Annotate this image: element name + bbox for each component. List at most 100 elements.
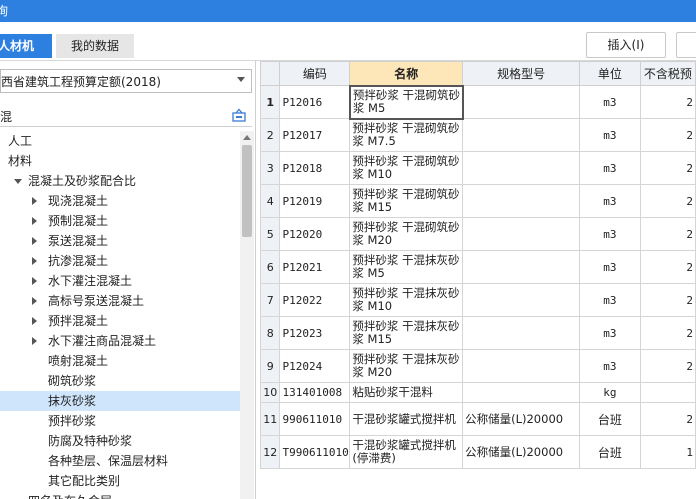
spec-cell[interactable]: [462, 151, 581, 185]
tree-item[interactable]: 防腐及特种砂浆: [0, 431, 240, 451]
price-cell[interactable]: 2: [639, 151, 696, 185]
expand-toggle-icon[interactable]: [14, 179, 22, 184]
unit-cell[interactable]: m3: [579, 217, 641, 251]
spec-cell[interactable]: 公称储量(L)20000: [462, 402, 581, 436]
spec-cell[interactable]: [462, 217, 581, 251]
code-cell[interactable]: 990611010: [279, 402, 351, 436]
price-cell[interactable]: 2: [639, 349, 696, 383]
name-cell[interactable]: 预拌砂浆 干混抹灰砂浆 M5: [349, 250, 464, 284]
table-row[interactable]: 10 131401008 粘贴砂浆干混料 kg: [260, 382, 696, 403]
code-cell[interactable]: P12016: [279, 85, 351, 119]
name-cell[interactable]: 粘贴砂浆干混料: [349, 382, 464, 403]
tree-item[interactable]: 抹灰砂浆: [0, 391, 240, 411]
tree-item[interactable]: 各种垫层、保温层材料: [0, 451, 240, 471]
row-index-cell[interactable]: 3: [260, 151, 281, 185]
col-header-index[interactable]: [260, 61, 281, 86]
col-header-unit[interactable]: 单位: [579, 61, 641, 86]
price-cell[interactable]: 2: [639, 402, 696, 436]
unit-cell[interactable]: m3: [579, 85, 641, 119]
unit-cell[interactable]: 台班: [579, 435, 641, 469]
row-index-cell[interactable]: 9: [260, 349, 281, 383]
row-index-cell[interactable]: 4: [260, 184, 281, 218]
code-cell[interactable]: P12020: [279, 217, 351, 251]
code-cell[interactable]: P12024: [279, 349, 351, 383]
chevron-down-icon[interactable]: [237, 77, 245, 82]
name-cell[interactable]: 预拌砂浆 干混砌筑砂浆 M15: [349, 184, 464, 218]
unit-cell[interactable]: m3: [579, 184, 641, 218]
name-cell[interactable]: 预拌砂浆 干混砌筑砂浆 M10: [349, 151, 464, 185]
spec-cell[interactable]: [462, 349, 581, 383]
price-cell[interactable]: 2: [639, 217, 696, 251]
table-row[interactable]: 4 P12019 预拌砂浆 干混砌筑砂浆 M15 m3 2: [260, 184, 696, 218]
table-row[interactable]: 1 P12016 预拌砂浆 干混砌筑砂浆 M5 m3 2: [260, 84, 696, 120]
tree-item[interactable]: 预拌混凝土: [0, 311, 240, 331]
spec-cell[interactable]: [462, 316, 581, 350]
table-row[interactable]: 6 P12021 预拌砂浆 干混抹灰砂浆 M5 m3 2: [260, 250, 696, 284]
tree-item[interactable]: 高标号泵送混凝土: [0, 291, 240, 311]
spec-cell[interactable]: [462, 283, 581, 317]
code-cell[interactable]: 131401008: [279, 382, 351, 403]
price-cell[interactable]: 2: [639, 85, 696, 119]
row-index-cell[interactable]: 6: [260, 250, 281, 284]
table-row[interactable]: 9 P12024 预拌砂浆 干混抹灰砂浆 M20 m3 2: [260, 349, 696, 383]
tree-item[interactable]: 抗渗混凝土: [0, 251, 240, 271]
unit-cell[interactable]: kg: [579, 382, 641, 403]
extra-button[interactable]: [676, 32, 696, 58]
tree-item[interactable]: 泵送混凝土: [0, 231, 240, 251]
tree-item[interactable]: 材料: [0, 151, 240, 171]
tree-item[interactable]: 水下灌注商品混凝土: [0, 331, 240, 351]
table-row[interactable]: 2 P12017 预拌砂浆 干混砌筑砂浆 M7.5 m3 2: [260, 118, 696, 152]
row-index-cell[interactable]: 12: [260, 435, 281, 469]
spec-cell[interactable]: [462, 85, 581, 119]
collapse-toggle-icon[interactable]: [32, 277, 37, 285]
table-row[interactable]: 7 P12022 预拌砂浆 干混抹灰砂浆 M10 m3 2: [260, 283, 696, 317]
name-cell[interactable]: 预拌砂浆 干混抹灰砂浆 M10: [349, 283, 464, 317]
tree-item[interactable]: 预制混凝土: [0, 211, 240, 231]
name-cell[interactable]: 干混砂浆罐式搅拌机(停滞费): [349, 435, 464, 469]
row-index-cell[interactable]: 2: [260, 118, 281, 152]
row-index-cell[interactable]: 7: [260, 283, 281, 317]
tree-item[interactable]: 人工: [0, 131, 240, 151]
name-cell[interactable]: 预拌砂浆 干混抹灰砂浆 M15: [349, 316, 464, 350]
collapse-toggle-icon[interactable]: [32, 237, 37, 245]
col-header-price[interactable]: 不含税预: [639, 61, 696, 86]
col-header-code[interactable]: 编码: [279, 61, 351, 86]
name-cell[interactable]: 预拌砂浆 干混砌筑砂浆 M20: [349, 217, 464, 251]
price-cell[interactable]: 2: [639, 283, 696, 317]
price-cell[interactable]: 1: [639, 435, 696, 469]
collapse-toggle-icon[interactable]: [32, 337, 37, 345]
tree-item[interactable]: 水下灌注混凝土: [0, 271, 240, 291]
row-index-cell[interactable]: 8: [260, 316, 281, 350]
row-index-cell[interactable]: 5: [260, 217, 281, 251]
name-cell[interactable]: 预拌砂浆 干混抹灰砂浆 M20: [349, 349, 464, 383]
code-cell[interactable]: P12017: [279, 118, 351, 152]
col-header-spec[interactable]: 规格型号: [462, 61, 581, 86]
table-row[interactable]: 11 990611010 干混砂浆罐式搅拌机 公称储量(L)20000 台班 2: [260, 402, 696, 436]
unit-cell[interactable]: m3: [579, 349, 641, 383]
quota-select[interactable]: 西省建筑工程预算定额(2018): [0, 69, 252, 93]
tree-item[interactable]: 现浇混凝土: [0, 191, 240, 211]
table-row[interactable]: 8 P12023 预拌砂浆 干混抹灰砂浆 M15 m3 2: [260, 316, 696, 350]
spec-cell[interactable]: 公称储量(L)20000: [462, 435, 581, 469]
unit-cell[interactable]: m3: [579, 283, 641, 317]
unit-cell[interactable]: m3: [579, 316, 641, 350]
spec-cell[interactable]: [462, 382, 581, 403]
tree-item[interactable]: 预拌砂浆: [0, 411, 240, 431]
code-cell[interactable]: P12021: [279, 250, 351, 284]
spec-cell[interactable]: [462, 250, 581, 284]
unit-cell[interactable]: 台班: [579, 402, 641, 436]
table-row[interactable]: 12 T990611010 干混砂浆罐式搅拌机(停滞费) 公称储量(L)20000 台班…: [260, 435, 696, 469]
price-cell[interactable]: 2: [639, 184, 696, 218]
table-row[interactable]: 3 P12018 预拌砂浆 干混砌筑砂浆 M10 m3 2: [260, 151, 696, 185]
price-cell[interactable]: [639, 382, 696, 403]
spec-cell[interactable]: [462, 118, 581, 152]
price-cell[interactable]: 2: [639, 118, 696, 152]
name-cell[interactable]: 干混砂浆罐式搅拌机: [349, 402, 464, 436]
unit-cell[interactable]: m3: [579, 118, 641, 152]
tree-item[interactable]: 砌筑砂浆: [0, 371, 240, 391]
name-cell[interactable]: 预拌砂浆 干混砌筑砂浆 M5: [348, 84, 464, 120]
filter-icon[interactable]: [232, 108, 246, 122]
code-cell[interactable]: P12023: [279, 316, 351, 350]
search-input[interactable]: 混: [0, 105, 252, 127]
insert-button[interactable]: 插入(I): [586, 32, 666, 58]
